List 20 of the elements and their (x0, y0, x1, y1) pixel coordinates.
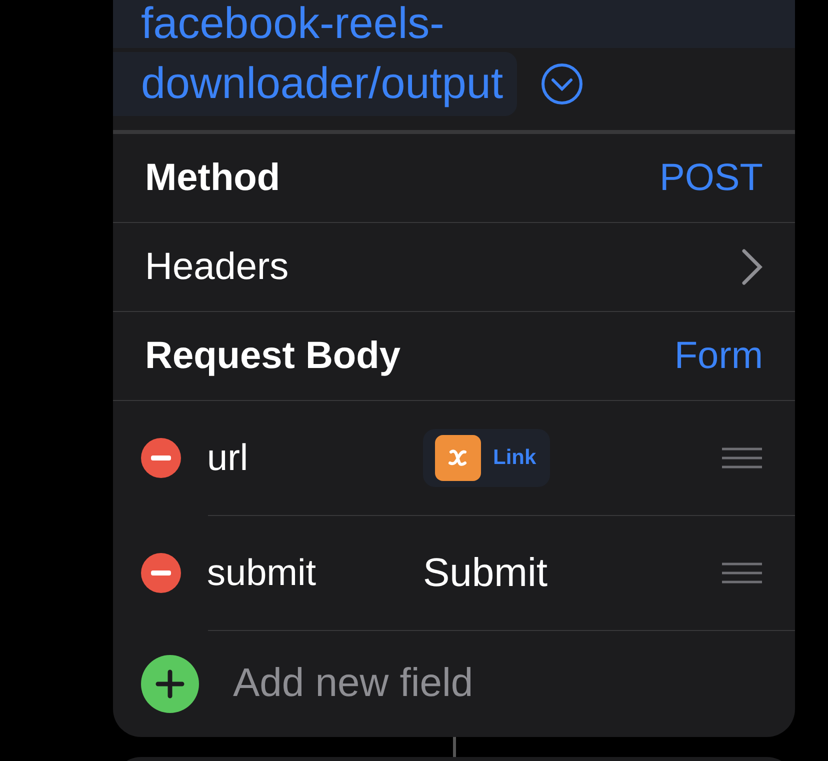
chevron-down-icon[interactable] (541, 63, 584, 105)
variable-icon (435, 435, 481, 481)
drag-handle-icon[interactable] (721, 562, 763, 584)
field-key[interactable]: url (207, 437, 423, 479)
field-value[interactable]: Submit (423, 550, 548, 596)
field-key[interactable]: submit (207, 552, 423, 594)
setting-label: Method (145, 156, 280, 200)
add-icon[interactable] (141, 654, 199, 712)
setting-value[interactable]: POST (660, 156, 763, 200)
remove-icon[interactable] (141, 553, 181, 593)
drag-handle-icon[interactable] (721, 447, 763, 469)
setting-value[interactable]: Form (674, 334, 763, 378)
variable-token[interactable]: Link (423, 429, 550, 487)
url-text: facebook-reels- (141, 0, 444, 48)
url-text[interactable]: downloader/output (113, 52, 518, 116)
setting-label: Headers (145, 246, 289, 288)
chevron-right-icon[interactable] (741, 248, 763, 286)
remove-icon[interactable] (141, 438, 181, 478)
setting-label: Request Body (145, 334, 400, 378)
add-field-placeholder[interactable]: Add new field (233, 661, 474, 706)
